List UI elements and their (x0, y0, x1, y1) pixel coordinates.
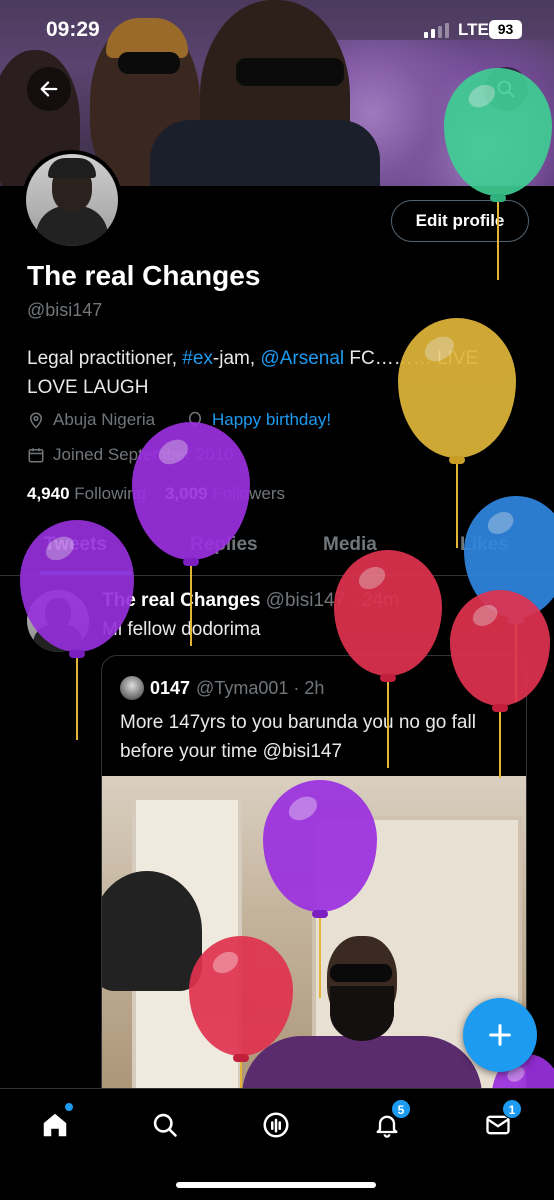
joined-text: Joined September 2010 (53, 445, 234, 464)
home-indicator[interactable] (176, 1182, 376, 1188)
follow-counts: 4,940 Following 3,009 Followers (27, 484, 285, 504)
tweet-author[interactable]: The real Changes (102, 590, 260, 611)
tab-media[interactable]: Media (323, 534, 377, 556)
tweet-header: The real Changes @bisi147 · 24m (102, 590, 399, 612)
profile-bio: Legal practitioner, #ex-jam, @Arsenal FC… (27, 344, 527, 402)
quoted-tweet[interactable]: 0147 @Tyma001 · 2h More 147yrs to you ba… (101, 655, 527, 1115)
quoted-tweet-header: 0147 @Tyma001 · 2h (120, 676, 324, 700)
nav-search[interactable] (145, 1105, 185, 1145)
profile-birthday: Happy birthday! (186, 410, 331, 430)
followers-link[interactable]: 3,009 Followers (165, 484, 285, 503)
arrow-left-icon (40, 81, 58, 97)
quoted-meta: @Tyma001 · 2h (196, 677, 325, 698)
home-icon (43, 1113, 67, 1137)
nav-notifications[interactable]: 5 (367, 1099, 411, 1145)
status-time: 09:29 (46, 18, 100, 41)
nav-spaces[interactable] (256, 1105, 296, 1145)
active-tab-indicator (40, 571, 132, 575)
tab-replies[interactable]: Replies (190, 534, 258, 556)
notifications-badge: 5 (391, 1099, 411, 1119)
search-icon (153, 1113, 177, 1137)
profile-name: The real Changes (27, 260, 261, 291)
tweet-meta: @bisi147 · 24m (265, 590, 400, 611)
status-bar: 09:29 LTE 93 (0, 0, 554, 60)
profile-location: Abuja Nigeria (27, 410, 155, 430)
quoted-photo[interactable] (102, 776, 526, 1114)
nav-home[interactable] (35, 1103, 75, 1145)
plus-icon (489, 1024, 511, 1046)
tab-tweets[interactable]: Tweets (44, 534, 107, 556)
bio-text: Legal practitioner, (27, 348, 183, 369)
location-pin-icon (29, 412, 43, 429)
profile-avatar[interactable] (22, 150, 122, 250)
bio-text: -jam, (212, 348, 261, 369)
calendar-icon (28, 448, 44, 463)
search-icon (497, 80, 515, 98)
tweet-text: Mi fellow dodorima (102, 619, 261, 640)
profile-tabs: Tweets Replies Media Likes (0, 520, 554, 576)
location-text: Abuja Nigeria (53, 410, 156, 429)
tweet-avatar[interactable] (27, 590, 89, 652)
following-link[interactable]: 4,940 Following (27, 484, 146, 503)
balloon-icon (189, 411, 201, 428)
quoted-text: More 147yrs to you barunda you no go fal… (120, 712, 476, 762)
quoted-author: 0147 (150, 677, 191, 698)
nav-messages[interactable]: 1 (478, 1099, 522, 1145)
bio-mention-link[interactable]: @Arsenal (260, 348, 344, 369)
signal-icon (424, 23, 449, 38)
birthday-link[interactable]: Happy birthday! (212, 410, 331, 430)
back-button[interactable] (27, 67, 71, 111)
search-button[interactable] (484, 67, 528, 111)
spaces-icon (263, 1112, 289, 1138)
tab-likes[interactable]: Likes (460, 534, 509, 556)
battery-icon: 93 (489, 20, 522, 39)
bio-hashtag-link[interactable]: #ex (182, 348, 213, 369)
quoted-avatar (120, 676, 144, 700)
home-notification-dot (65, 1103, 73, 1111)
network-label: LTE (458, 20, 489, 39)
compose-tweet-button[interactable] (463, 998, 537, 1072)
messages-badge: 1 (502, 1099, 522, 1119)
edit-profile-button[interactable]: Edit profile (391, 200, 529, 242)
profile-handle: @bisi147 (27, 300, 103, 320)
profile-joined: Joined September 2010 (27, 445, 234, 465)
